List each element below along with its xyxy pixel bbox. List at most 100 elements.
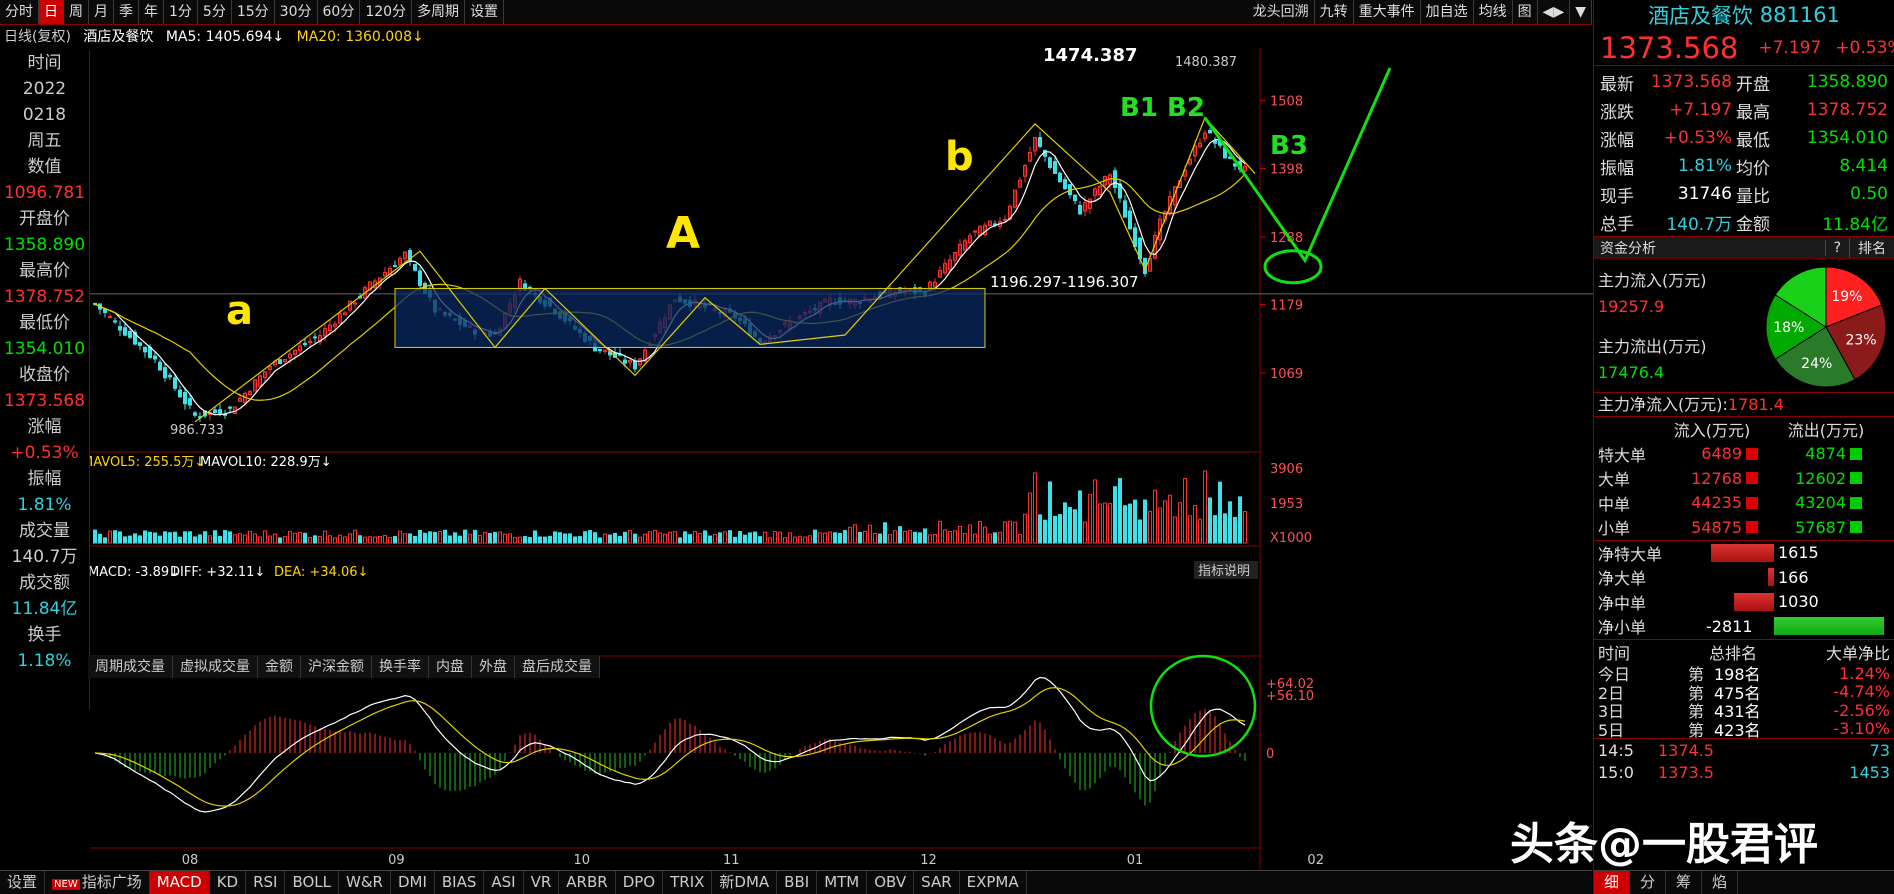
- period-tab[interactable]: 日: [39, 0, 64, 24]
- indicator-tab-label: TRIX: [670, 873, 705, 891]
- volume-subtab[interactable]: 内盘: [429, 656, 472, 678]
- period-tab[interactable]: 15分: [232, 0, 275, 24]
- volume-bar: [348, 533, 352, 544]
- indicator-tab[interactable]: 新DMA: [712, 871, 778, 894]
- indicator-tab[interactable]: BIAS: [435, 871, 485, 894]
- candle-body: [413, 263, 417, 271]
- volume-bar: [953, 530, 957, 544]
- tool-button[interactable]: 均线: [1474, 0, 1513, 24]
- candle-body: [1073, 194, 1077, 201]
- volume-bar: [808, 535, 812, 544]
- period-tab[interactable]: 月: [89, 0, 114, 24]
- pie-slice-label: 19%: [1831, 289, 1862, 305]
- period-tab[interactable]: 1分: [164, 0, 198, 24]
- period-tab[interactable]: 120分: [360, 0, 413, 24]
- quote-row: 振幅 1.81% 均价 8.414: [1594, 152, 1894, 180]
- help-icon[interactable]: ?: [1824, 239, 1849, 256]
- tool-button[interactable]: 重大事件: [1354, 0, 1421, 24]
- indicator-tab[interactable]: TRIX: [663, 871, 713, 894]
- period-tab[interactable]: 30分: [275, 0, 318, 24]
- right-bottom-tab[interactable]: 焰: [1702, 871, 1739, 894]
- indicator-tab[interactable]: DPO: [616, 871, 664, 894]
- period-tab[interactable]: 年: [139, 0, 164, 24]
- indicator-tab[interactable]: NEW 指标广场: [45, 871, 150, 894]
- indicator-tab[interactable]: ARBR: [559, 871, 616, 894]
- data-window-label: 开盘价: [19, 209, 70, 229]
- volume-bar: [358, 535, 362, 544]
- volume-bar: [718, 532, 722, 544]
- period-tab[interactable]: 5分: [198, 0, 232, 24]
- data-window-label: 换手: [27, 625, 62, 645]
- volume-bar: [198, 534, 202, 544]
- period-tab[interactable]: 周: [64, 0, 89, 24]
- outflow-label: 主力流出(万元): [1598, 337, 1707, 356]
- candle-body: [313, 336, 317, 339]
- volume-subtab[interactable]: 盘后成交量: [515, 656, 600, 678]
- volume-subtab[interactable]: 虚拟成交量: [173, 656, 258, 678]
- indicator-tab[interactable]: MTM: [817, 871, 868, 894]
- tool-button[interactable]: ▼: [1570, 0, 1592, 24]
- volume-subtab[interactable]: 外盘: [472, 656, 515, 678]
- indicator-tab[interactable]: ASI: [484, 871, 524, 894]
- volume-bar: [388, 537, 392, 544]
- indicator-tab[interactable]: MACD: [149, 871, 210, 894]
- volume-bar: [628, 530, 632, 544]
- right-bottom-tab[interactable]: 分: [1630, 871, 1667, 894]
- kline-chart[interactable]: 15081398128811791069aAbB1 B2B31474.387 148…: [90, 48, 1593, 870]
- rank-tab[interactable]: 排名: [1849, 237, 1894, 258]
- volume-bar: [408, 533, 412, 544]
- volume-subtab[interactable]: 金额: [258, 656, 301, 678]
- indicator-tab[interactable]: BOLL: [285, 871, 340, 894]
- tool-button[interactable]: 图: [1513, 0, 1538, 24]
- period-tab[interactable]: 分时: [0, 0, 39, 24]
- indicator-tab[interactable]: W&R: [339, 871, 391, 894]
- flow-out-box: [1850, 472, 1862, 485]
- period-tab[interactable]: 60分: [318, 0, 361, 24]
- candle-body: [353, 302, 357, 305]
- chart-mode-label[interactable]: 日线(复权): [4, 29, 71, 45]
- quote-label: 振幅: [1600, 158, 1634, 179]
- tool-button[interactable]: ◀▶: [1538, 0, 1571, 24]
- rank-ratio: -4.74%: [1833, 682, 1890, 702]
- tool-button[interactable]: 加自选: [1421, 0, 1474, 24]
- indicator-tab[interactable]: RSI: [246, 871, 286, 894]
- price-tick-label: 1398: [1270, 163, 1303, 178]
- rank-row: 5日 第 423名 -3.10%: [1594, 719, 1894, 740]
- candle-body: [278, 359, 282, 365]
- period-tab[interactable]: 多周期: [412, 0, 466, 24]
- tool-button[interactable]: 龙头回溯: [1248, 0, 1315, 24]
- volume-subtab[interactable]: 换手率: [372, 656, 429, 678]
- volume-bar: [453, 532, 457, 544]
- volume-bar: [723, 531, 727, 544]
- indicator-tab[interactable]: SAR: [914, 871, 960, 894]
- volume-bar: [248, 530, 252, 544]
- volume-subtab[interactable]: 周期成交量: [88, 656, 173, 678]
- quote-value: 1354.010: [1806, 128, 1888, 148]
- volume-bar: [568, 533, 572, 544]
- right-bottom-tab[interactable]: 细: [1594, 871, 1631, 894]
- indicator-tab[interactable]: BBI: [777, 871, 818, 894]
- candle-body: [103, 308, 107, 314]
- candle-body: [183, 391, 187, 405]
- volume-subtab[interactable]: 沪深金额: [301, 656, 372, 678]
- macd-tick-label: 0: [1266, 747, 1274, 762]
- indicator-tab[interactable]: VR: [524, 871, 560, 894]
- indicator-tab[interactable]: KD: [210, 871, 247, 894]
- flow-in-value: 6489: [1701, 444, 1742, 464]
- volume-bar: [278, 537, 282, 544]
- indicator-tab-label: BIAS: [441, 873, 477, 891]
- fund-analysis-tab[interactable]: 资金分析: [1594, 238, 1825, 258]
- volume-bar: [993, 532, 997, 544]
- net-order-bar: [1710, 543, 1774, 562]
- volume-bar: [773, 531, 777, 544]
- period-tab[interactable]: 设置: [465, 0, 505, 24]
- period-tab[interactable]: 季: [114, 0, 139, 24]
- indicator-tab[interactable]: EXPMA: [960, 871, 1027, 894]
- volume-bar: [658, 532, 662, 544]
- volume-bar: [623, 531, 627, 544]
- right-bottom-tab[interactable]: 筹: [1666, 871, 1703, 894]
- indicator-tab[interactable]: DMI: [391, 871, 435, 894]
- tool-button[interactable]: 九转: [1315, 0, 1354, 24]
- indicator-tab[interactable]: OBV: [867, 871, 915, 894]
- indicator-tab[interactable]: 设置: [0, 871, 46, 894]
